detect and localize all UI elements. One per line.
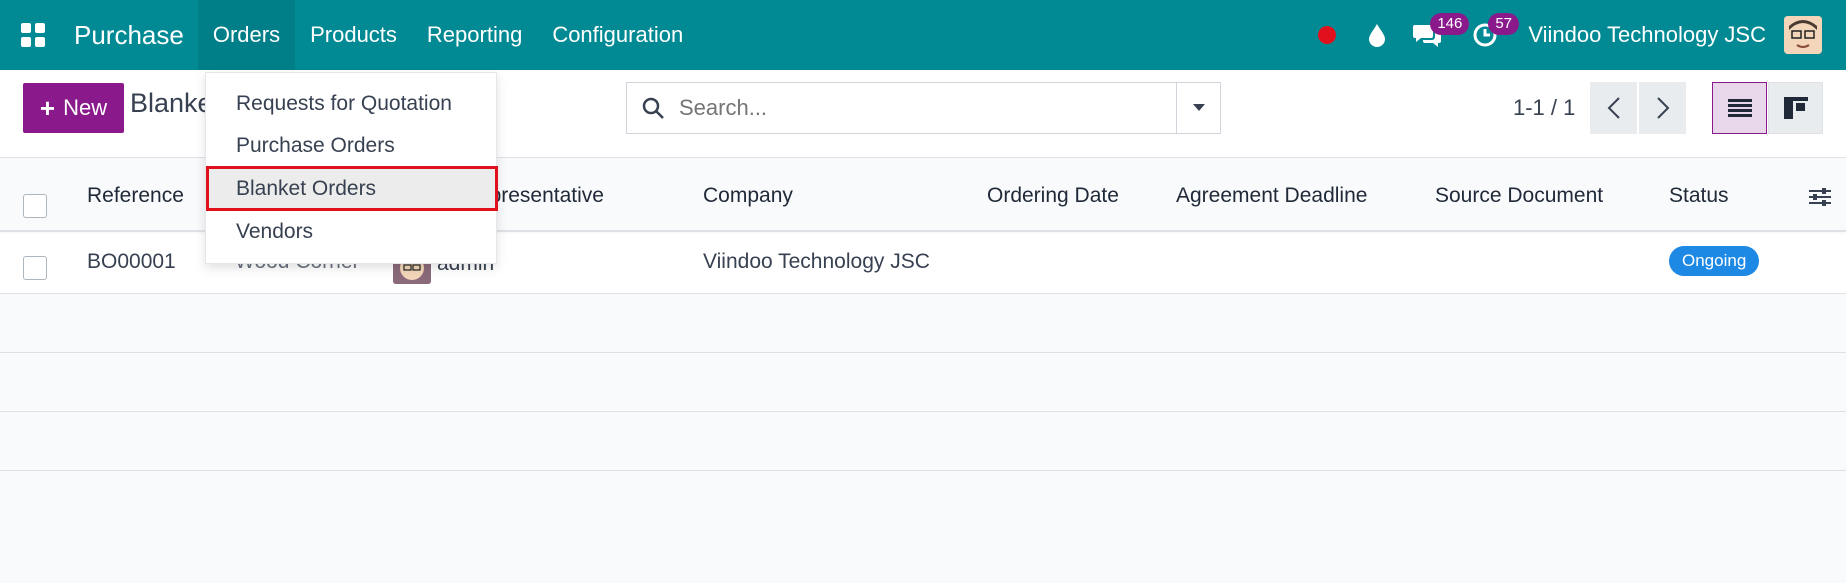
grid-icon <box>21 23 45 47</box>
menu-configuration[interactable]: Configuration <box>537 0 698 70</box>
dropdown-item-requests-for-quotation[interactable]: Requests for Quotation <box>206 83 496 125</box>
chevron-right-icon <box>1656 97 1669 119</box>
dropdown-item-blanket-orders[interactable]: Blanket Orders <box>206 166 498 211</box>
user-face-icon <box>1784 16 1822 54</box>
caret-down-icon <box>1192 104 1205 111</box>
list-icon <box>1727 99 1752 117</box>
row-checkbox[interactable] <box>23 256 47 280</box>
apps-menu-button[interactable] <box>0 0 66 70</box>
activities-button[interactable]: 57 <box>1460 0 1519 70</box>
menu-orders[interactable]: Orders <box>197 0 296 70</box>
theme-toggle[interactable] <box>1352 0 1402 70</box>
select-all-checkbox[interactable] <box>23 194 47 218</box>
new-button-label: New <box>63 95 108 120</box>
column-company[interactable]: Company <box>703 184 793 208</box>
sliders-icon <box>1809 188 1831 206</box>
column-agreement-deadline[interactable]: Agreement Deadline <box>1176 184 1367 208</box>
top-navbar: Purchase Orders Products Reporting Confi… <box>0 0 1846 70</box>
column-representative[interactable]: Purchase Representative <box>368 184 604 208</box>
pager-next-button[interactable] <box>1639 82 1686 134</box>
list-view-button[interactable] <box>1712 82 1767 134</box>
dropdown-item-vendors[interactable]: Vendors <box>206 211 496 253</box>
search-icon <box>627 96 679 120</box>
recording-indicator[interactable] <box>1302 0 1352 70</box>
pager-value[interactable]: 1-1 / 1 <box>1513 95 1575 121</box>
app-title[interactable]: Purchase <box>66 0 198 70</box>
red-dot-icon <box>1318 26 1337 44</box>
search-input[interactable] <box>679 95 1199 121</box>
status-badge: Ongoing <box>1669 246 1760 276</box>
company-switcher[interactable]: Viindoo Technology JSC <box>1510 22 1784 48</box>
cell-reference: BO00001 <box>87 250 176 273</box>
activities-badge: 57 <box>1488 13 1519 35</box>
empty-row <box>0 295 1846 353</box>
chevron-left-icon <box>1607 97 1620 119</box>
column-status[interactable]: Status <box>1669 184 1729 208</box>
search-options-toggle[interactable] <box>1176 83 1220 133</box>
user-avatar[interactable] <box>1784 16 1822 54</box>
optional-columns-toggle[interactable] <box>1808 186 1832 213</box>
search-bar <box>626 82 1221 134</box>
cell-company: Viindoo Technology JSC <box>703 250 930 273</box>
new-button[interactable]: + New <box>23 83 124 133</box>
column-source-document[interactable]: Source Document <box>1435 184 1603 208</box>
kanban-icon <box>1783 97 1808 119</box>
pager-previous-button[interactable] <box>1590 82 1637 134</box>
menu-products[interactable]: Products <box>295 0 412 70</box>
menu-reporting[interactable]: Reporting <box>412 0 537 70</box>
orders-dropdown-menu: Requests for Quotation Purchase Orders B… <box>205 72 498 264</box>
column-reference[interactable]: Reference <box>87 184 184 208</box>
empty-row <box>0 354 1846 412</box>
drop-icon <box>1369 24 1386 47</box>
kanban-view-button[interactable] <box>1768 82 1823 134</box>
dropdown-item-purchase-orders[interactable]: Purchase Orders <box>206 125 496 167</box>
systray: 146 57 Viindoo Technology JSC <box>1302 0 1846 70</box>
plus-icon: + <box>39 93 56 123</box>
empty-row <box>0 413 1846 471</box>
messages-button[interactable]: 146 <box>1402 0 1470 70</box>
column-ordering-date[interactable]: Ordering Date <box>987 184 1119 208</box>
